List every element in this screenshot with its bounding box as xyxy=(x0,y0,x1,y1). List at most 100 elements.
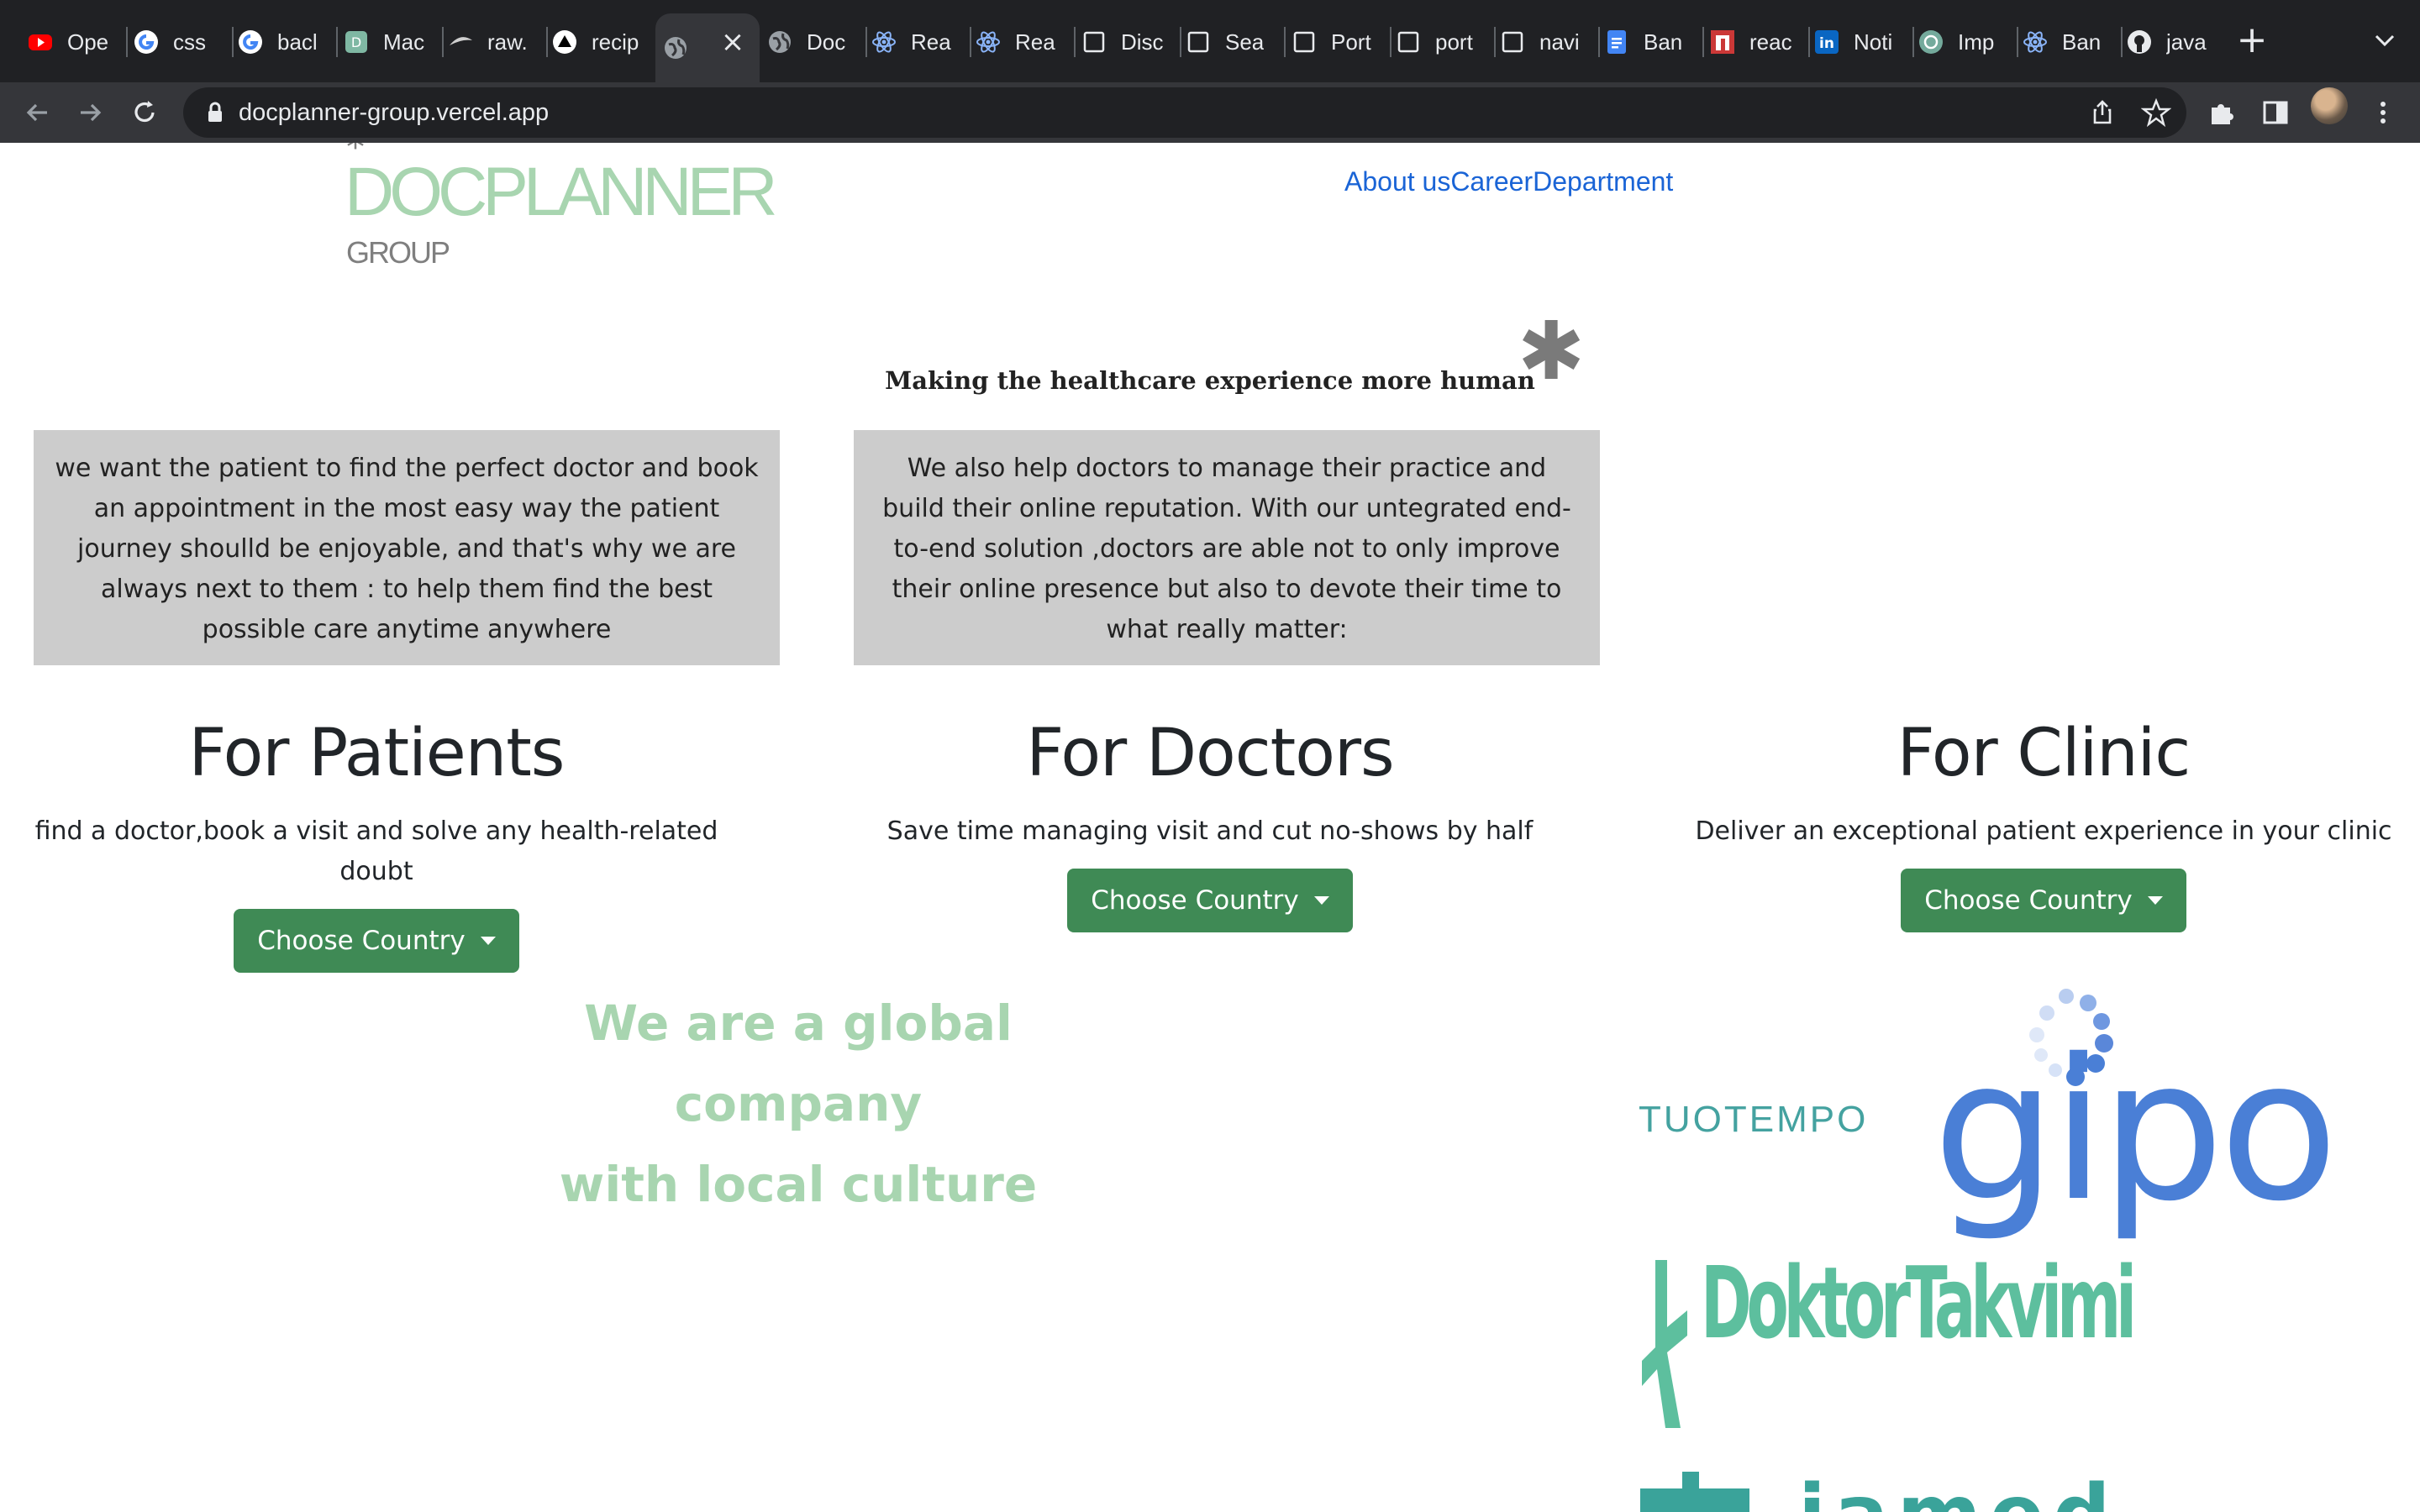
global-line-1: We are a global xyxy=(584,995,1013,1052)
forward-arrow-icon xyxy=(81,103,102,122)
react-icon xyxy=(2022,29,2049,55)
global-line-2: company xyxy=(674,1075,923,1132)
browser-tab[interactable]: D Mac xyxy=(343,18,434,66)
new-tab-button[interactable]: + xyxy=(2235,22,2269,59)
doctors-description: Save time managing visit and cut no-show… xyxy=(886,816,1534,846)
browser-tab[interactable]: Ope xyxy=(27,18,118,66)
app-icon: D xyxy=(343,29,370,55)
tab-separator xyxy=(2017,27,2018,57)
lock-icon[interactable] xyxy=(202,99,229,126)
browser-tab[interactable]: navi xyxy=(1499,18,1590,66)
tab-separator xyxy=(1598,27,1600,57)
svg-text:D: D xyxy=(351,34,361,50)
clinic-description: Deliver an exceptional patient experienc… xyxy=(1695,816,2392,846)
browser-tab[interactable]: Rea xyxy=(975,18,1065,66)
bookmark-star-icon[interactable] xyxy=(2141,97,2171,128)
browser-tab-strip: Ope css bacl D Mac raw. recip Doc Rea Rea Disc Sea P… xyxy=(0,0,2420,82)
browser-tab[interactable]: in Noti xyxy=(1813,18,1904,66)
address-bar[interactable]: docplanner-group.vercel.app xyxy=(183,87,2186,138)
browser-tab[interactable]: bacl xyxy=(237,18,328,66)
tab-title: Imp xyxy=(1958,29,1995,55)
globe-icon xyxy=(662,34,689,61)
nav-about-us[interactable]: About us xyxy=(1344,166,1450,197)
clinic-choose-country-button[interactable]: Choose Country xyxy=(1901,869,2186,932)
tab-title: bacl xyxy=(277,29,318,55)
tab-title: Ban xyxy=(2062,29,2102,55)
chatgpt-icon xyxy=(1918,29,1944,55)
reload-button[interactable] xyxy=(126,94,163,131)
browser-tab[interactable]: Ban xyxy=(2022,18,2112,66)
triangle-icon xyxy=(551,29,578,55)
tab-title: Noti xyxy=(1854,29,1893,55)
tab-separator xyxy=(1808,27,1810,57)
tab-separator xyxy=(2121,27,2123,57)
globe-icon xyxy=(766,29,793,55)
gipo-logo: gipo xyxy=(1933,1017,2338,1244)
tab-separator xyxy=(1180,27,1181,57)
browser-tab[interactable]: raw. xyxy=(447,18,538,66)
tab-separator xyxy=(442,27,444,57)
button-label: Choose Country xyxy=(1924,885,2133,916)
profile-avatar[interactable] xyxy=(2311,87,2348,124)
browser-tab[interactable]: css xyxy=(133,18,224,66)
tab-separator xyxy=(1494,27,1496,57)
share-icon[interactable] xyxy=(2087,97,2118,128)
browser-tab[interactable]: Port xyxy=(1291,18,1381,66)
tab-search-chevron-icon[interactable] xyxy=(2368,24,2402,57)
patients-choose-country-button[interactable]: Choose Country xyxy=(234,909,519,973)
top-nav: About us Career Department xyxy=(1344,166,1673,197)
global-company-heading: We are a global company with local cultu… xyxy=(504,983,1092,1225)
patients-description: find a doctor,book a visit and solve any… xyxy=(34,816,718,886)
tab-separator xyxy=(232,27,234,57)
browser-tab[interactable]: Disc xyxy=(1081,18,1171,66)
button-label: Choose Country xyxy=(1091,885,1299,916)
tab-title: Sea xyxy=(1225,29,1265,55)
browser-tab[interactable]: Ban xyxy=(1603,18,1694,66)
iamed-mark-icon xyxy=(1640,1472,1749,1512)
docs-icon xyxy=(1603,29,1630,55)
side-panel-button[interactable] xyxy=(2257,94,2294,131)
page-icon xyxy=(1081,29,1107,55)
logo-wordmark: DOCPLANNER xyxy=(345,154,778,230)
nav-department[interactable]: Department xyxy=(1533,166,1673,197)
page-icon xyxy=(1291,29,1318,55)
tab-title: Doc xyxy=(807,29,846,55)
back-arrow-icon xyxy=(26,103,47,122)
browser-tab[interactable]: reac xyxy=(1709,18,1800,66)
patients-column: For Patients find a doctor,book a visit … xyxy=(0,721,753,973)
logo-subtitle: GROUP xyxy=(346,235,450,270)
page-icon xyxy=(1395,29,1422,55)
tab-title: Ope xyxy=(67,29,109,55)
docplanner-logo[interactable]: * DOCPLANNER GROUP xyxy=(345,143,778,277)
back-button[interactable] xyxy=(18,94,55,131)
forward-button[interactable] xyxy=(72,94,109,131)
linkedin-icon: in xyxy=(1813,29,1840,55)
global-line-3: with local culture xyxy=(559,1156,1038,1213)
tab-title: css xyxy=(173,29,206,55)
doctor-info-box: We also help doctors to manage their pra… xyxy=(854,430,1600,665)
browser-tab[interactable]: Sea xyxy=(1185,18,1276,66)
page-icon xyxy=(1499,29,1526,55)
browser-tab[interactable]: Rea xyxy=(871,18,961,66)
reload-icon xyxy=(134,101,155,123)
browser-tab[interactable]: java xyxy=(2126,18,2217,66)
tab-separator xyxy=(1074,27,1076,57)
tab-title: recip xyxy=(592,29,639,55)
tab-title: Rea xyxy=(1015,29,1055,55)
tab-separator xyxy=(970,27,971,57)
tab-title: reac xyxy=(1749,29,1792,55)
react-icon xyxy=(871,29,897,55)
doctors-choose-country-button[interactable]: Choose Country xyxy=(1067,869,1353,932)
tab-title: Mac xyxy=(383,29,425,55)
doktortakvimi-logo: DoktorTakvimi xyxy=(1701,1245,2137,1361)
browser-tab[interactable]: Doc xyxy=(766,18,857,66)
browser-tab[interactable]: port xyxy=(1395,18,1486,66)
doctors-title: For Doctors xyxy=(1026,716,1394,791)
browser-tab[interactable]: recip xyxy=(551,18,642,66)
extensions-button[interactable] xyxy=(2203,94,2240,131)
browser-tab[interactable]: Imp xyxy=(1918,18,2008,66)
close-tab-icon[interactable]: × xyxy=(716,25,750,59)
caret-down-icon xyxy=(1313,896,1329,905)
nav-career[interactable]: Career xyxy=(1450,166,1533,197)
menu-button[interactable] xyxy=(2365,94,2402,131)
